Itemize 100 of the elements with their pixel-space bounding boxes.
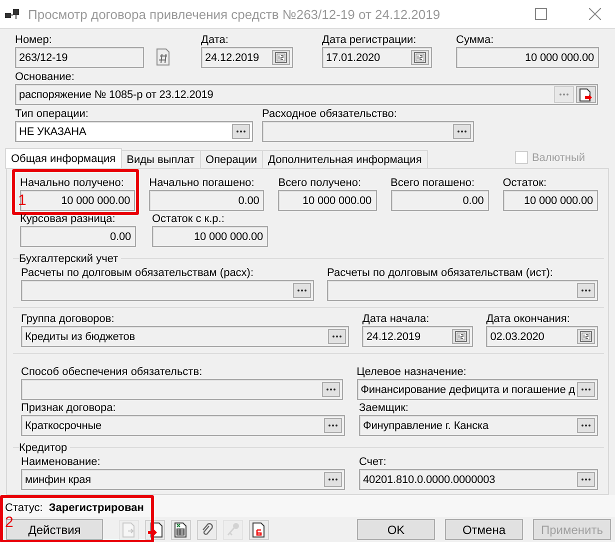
- tab[interactable]: Общая информация: [5, 148, 122, 169]
- lookup-button[interactable]: [322, 382, 340, 397]
- input-field[interactable]: 02.03.2020: [486, 326, 598, 347]
- calendar-icon: [580, 331, 592, 342]
- field-label: Расчеты по долговым обязательствам (ист):: [327, 266, 554, 280]
- input-field[interactable]: Краткосрочные: [21, 415, 345, 436]
- input-field[interactable]: 10 000 000.00: [502, 190, 598, 211]
- document-arrow-icon: [579, 88, 593, 102]
- open-document-button[interactable]: [576, 86, 596, 103]
- input-field[interactable]: 10 000 000.00: [152, 226, 268, 247]
- input-field[interactable]: 24.12.2019: [201, 47, 293, 68]
- lookup-button[interactable]: [577, 472, 595, 487]
- field-label: Начально получено:: [20, 176, 125, 190]
- dialog-button[interactable]: Отмена: [445, 519, 523, 540]
- dots-icon: [332, 335, 342, 338]
- checkbox-label: Валютный: [532, 152, 585, 164]
- status-value: Зарегистрирован: [48, 502, 144, 514]
- lookup-button[interactable]: [324, 472, 342, 487]
- field-label: Сумма:: [456, 33, 495, 47]
- field-label: Наименование:: [21, 455, 102, 469]
- lookup-button[interactable]: [577, 382, 595, 397]
- field-label: Способ обеспечения обязательств:: [21, 365, 204, 379]
- input-field[interactable]: Финуправление г. Канска: [358, 415, 598, 436]
- field-label: Дата окончания:: [486, 312, 571, 326]
- dots-icon: [581, 424, 591, 427]
- input-field[interactable]: 0.00: [149, 190, 264, 211]
- close-icon[interactable]: [589, 8, 601, 20]
- lookup-button[interactable]: [453, 124, 471, 139]
- calendar-button[interactable]: [452, 329, 470, 344]
- lookup-button[interactable]: [577, 283, 595, 298]
- dots-icon: [328, 424, 338, 427]
- dots-icon: [326, 388, 336, 391]
- input-field[interactable]: 263/12-19: [15, 47, 144, 68]
- input-field[interactable]: минфин края: [21, 469, 345, 490]
- input-field[interactable]: 10 000 000.00: [278, 190, 376, 211]
- dots-icon: [457, 130, 467, 133]
- input-field[interactable]: Кредиты из бюджетов: [21, 326, 350, 347]
- status-label: Статус:: [5, 502, 43, 514]
- lookup-button[interactable]: [232, 124, 250, 139]
- field-label: Дата регистрации:: [322, 33, 418, 47]
- document-icon: [252, 522, 266, 538]
- lookup-button[interactable]: [324, 418, 342, 433]
- field-label: Всего погашено:: [390, 176, 476, 190]
- tab[interactable]: Дополнительная информация: [262, 150, 428, 169]
- input-field[interactable]: Финансирование дефицита и погашение д: [356, 379, 598, 400]
- field-label: Группа договоров:: [21, 312, 116, 326]
- input-field[interactable]: [327, 280, 598, 301]
- input-field[interactable]: 24.12.2019: [362, 326, 474, 347]
- window-title: Просмотр договора привлечения средств №263/12-19 от 24.12.2019: [28, 6, 442, 22]
- maximize-icon[interactable]: [535, 8, 547, 20]
- field-label: Целевое назначение:: [356, 365, 468, 379]
- input-field[interactable]: [21, 280, 314, 301]
- calendar-button[interactable]: [411, 50, 429, 65]
- annotation-number: 1: [18, 193, 26, 208]
- dots-icon: [581, 478, 591, 481]
- calendar-icon: [275, 52, 287, 63]
- field-label: Остаток с к.р.:: [152, 212, 226, 226]
- input-field[interactable]: 0.00: [20, 226, 136, 247]
- calendar-icon: [455, 331, 468, 342]
- paperclip-icon: [200, 522, 214, 538]
- group-title: Кредитор: [19, 442, 70, 454]
- input-field[interactable]: распоряжение № 1085-р от 23.12.2019: [15, 84, 598, 105]
- group-title: Бухгалтерский учет: [19, 253, 122, 265]
- dialog-button[interactable]: OK: [357, 519, 435, 540]
- calendar-button[interactable]: [272, 50, 290, 65]
- input-field[interactable]: НЕ УКАЗАНА: [15, 121, 253, 142]
- field-label: Остаток:: [502, 176, 548, 190]
- dots-icon: [236, 130, 246, 133]
- dots-icon: [328, 478, 338, 481]
- input-field[interactable]: [21, 379, 343, 400]
- input-field[interactable]: 0.00: [390, 190, 489, 211]
- dots-icon: [581, 388, 591, 391]
- toolbar-button[interactable]: [249, 520, 269, 540]
- lookup-button[interactable]: [577, 418, 595, 433]
- field-label: Расходное обязательство:: [262, 107, 398, 121]
- lookup-button[interactable]: [328, 329, 346, 344]
- field-label: Тип операции:: [15, 107, 90, 121]
- field-label: Дата начала:: [362, 312, 430, 326]
- numbering-icon[interactable]: [156, 48, 170, 66]
- field-label: Расчеты по долговым обязательствам (расх):: [21, 266, 255, 280]
- dots-icon: [581, 289, 591, 292]
- field-label: Номер:: [15, 33, 53, 47]
- calendar-button[interactable]: [577, 329, 595, 344]
- field-label: Признак договора:: [21, 401, 117, 415]
- toolbar-button[interactable]: [171, 520, 191, 540]
- key-icon: [226, 522, 240, 538]
- lookup-button[interactable]: [293, 283, 311, 298]
- input-field[interactable]: 17.01.2020: [322, 47, 432, 68]
- field-label: Счет:: [358, 455, 388, 469]
- field-label: Основание:: [15, 70, 76, 84]
- input-field[interactable]: 10 000 000.00: [456, 47, 599, 68]
- input-field[interactable]: [262, 121, 474, 142]
- field-label: Дата:: [201, 33, 230, 47]
- input-field[interactable]: 40201.810.0.0000.0000003: [358, 469, 598, 490]
- app-icon: [4, 7, 22, 21]
- calendar-icon: [414, 52, 426, 63]
- field-label: Всего получено:: [278, 176, 362, 190]
- spreadsheet-icon: [174, 522, 188, 538]
- field-label: Заемщик:: [358, 401, 410, 415]
- document-arrow-icon: [122, 522, 136, 538]
